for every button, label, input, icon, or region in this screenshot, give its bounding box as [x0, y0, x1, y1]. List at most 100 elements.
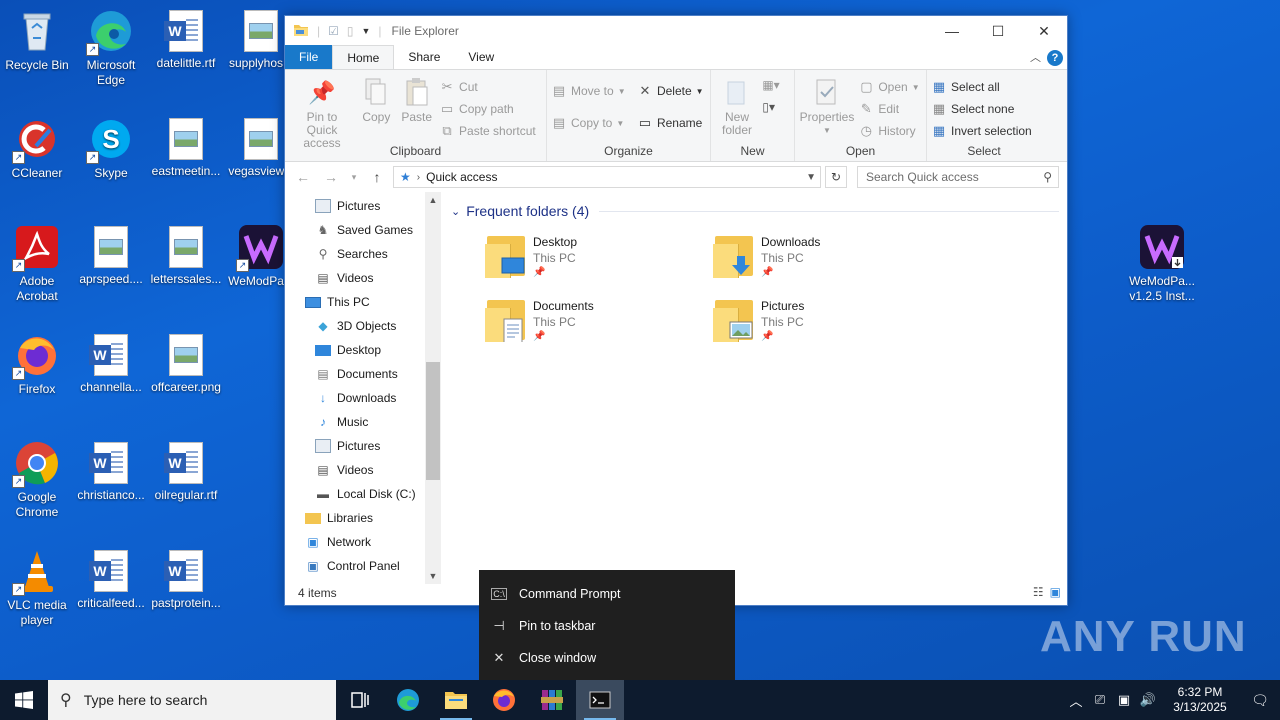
move-to-button[interactable]: ▤ Move to ▼	[551, 82, 626, 100]
start-button[interactable]	[0, 680, 48, 720]
desktop-icon-adobe-acrobat[interactable]: ↗ Adobe Acrobat	[0, 224, 74, 304]
nav-item-libraries[interactable]: Libraries	[305, 506, 441, 530]
copy-to-button[interactable]: ▤ Copy to ▼	[551, 114, 626, 132]
frequent-folders-header[interactable]: ⌄ Frequent folders (4)	[451, 198, 1067, 224]
nav-item-local-disk[interactable]: ▬ Local Disk (C:)	[315, 482, 441, 506]
desktop-icon-aprspeed[interactable]: aprspeed....	[74, 224, 148, 287]
desktop-icon-vlc[interactable]: ↗ VLC media player	[0, 548, 74, 628]
open-button[interactable]: ▢ Open ▼	[858, 78, 919, 96]
navigation-pane[interactable]: Pictures ♞ Saved Games ⚲ Searches ▤ Videos …	[285, 192, 441, 602]
desktop-icon-wemod-installer[interactable]: WeModPa... v1.2.5 Inst...	[1124, 224, 1200, 304]
nav-item-pictures[interactable]: Pictures	[315, 194, 441, 218]
tab-share[interactable]: Share	[394, 45, 454, 69]
nav-item-downloads[interactable]: ↓ Downloads	[315, 386, 441, 410]
invert-selection-button[interactable]: ▦ Invert selection	[931, 122, 1032, 140]
nav-item-pictures-pc[interactable]: Pictures	[315, 434, 441, 458]
pin-to-quick-access-button[interactable]: 📌 Pin to Quick access	[289, 74, 355, 152]
desktop-icon-letterssales[interactable]: letterssales...	[149, 224, 223, 287]
easy-access-icon[interactable]: ▯▾	[762, 100, 779, 114]
folder-desktop[interactable]: Desktop This PC 📌	[485, 234, 695, 290]
taskbar-edge[interactable]	[384, 680, 432, 720]
edit-button[interactable]: ✎ Edit	[858, 100, 919, 118]
jump-list-close-window[interactable]: ✕ Close window	[479, 642, 735, 674]
nav-item-music[interactable]: ♪ Music	[315, 410, 441, 434]
large-icons-view-icon[interactable]: ▣	[1050, 585, 1061, 599]
forward-button[interactable]: →	[319, 169, 343, 185]
nav-item-3d-objects[interactable]: ◆ 3D Objects	[315, 314, 441, 338]
paste-button[interactable]: Paste	[398, 74, 436, 126]
folder-documents[interactable]: Documents This PC 📌	[485, 298, 695, 354]
jump-list-command-prompt[interactable]: C:\ Command Prompt	[479, 578, 735, 610]
network-icon[interactable]: ▣	[1112, 692, 1136, 708]
nav-item-network[interactable]: ▣ Network	[305, 530, 441, 554]
taskbar-firefox[interactable]	[480, 680, 528, 720]
desktop-icon-recycle-bin[interactable]: Recycle Bin	[0, 8, 74, 73]
search-input[interactable]: Search Quick access ⚲	[857, 166, 1059, 188]
collapse-ribbon-icon[interactable]: ︿	[1030, 49, 1041, 65]
meet-now-icon[interactable]: ⎚	[1088, 692, 1112, 708]
properties-button[interactable]: Properties ▼	[799, 74, 855, 139]
scroll-up-arrow-icon[interactable]: ▲	[425, 192, 441, 208]
recent-locations-button[interactable]: ▾	[347, 172, 361, 183]
desktop-icon-microsoft-edge[interactable]: ↗ Microsoft Edge	[74, 8, 148, 88]
select-none-button[interactable]: ▦ Select none	[931, 100, 1032, 118]
close-button[interactable]: ✕	[1021, 16, 1067, 46]
folder-pictures[interactable]: Pictures This PC 📌	[713, 298, 923, 354]
address-bar[interactable]: ★ › Quick access ▼	[393, 166, 821, 188]
new-folder-button[interactable]: New folder	[715, 74, 759, 139]
taskbar-command-prompt[interactable]	[576, 680, 624, 720]
taskbar-search[interactable]: ⚲ Type here to search	[48, 680, 336, 720]
nav-item-documents[interactable]: ▤ Documents	[315, 362, 441, 386]
title-bar[interactable]: | ☑ ▯ ▼ | File Explorer — ☐ ✕	[285, 16, 1067, 46]
history-button[interactable]: ◷ History	[858, 122, 919, 140]
desktop-icon-eastmeetin[interactable]: eastmeetin...	[149, 116, 223, 179]
nav-item-videos-pc[interactable]: ▤ Videos	[315, 458, 441, 482]
scroll-thumb[interactable]	[426, 362, 440, 480]
tab-view[interactable]: View	[454, 45, 508, 69]
new-item-icon[interactable]: ▦▾	[762, 78, 779, 92]
desktop-icon-firefox[interactable]: ↗ Firefox	[0, 332, 74, 397]
desktop-icon-google-chrome[interactable]: ↗ Google Chrome	[0, 440, 74, 520]
desktop-icon-datelittle[interactable]: W datelittle.rtf	[149, 8, 223, 71]
customize-qa-icon[interactable]: ▼	[362, 26, 371, 36]
task-view-button[interactable]	[336, 680, 384, 720]
chevron-up-icon[interactable]: ︿	[1064, 691, 1088, 710]
select-all-button[interactable]: ▦ Select all	[931, 78, 1032, 96]
cut-button[interactable]: ✂ Cut	[439, 78, 536, 96]
tab-home[interactable]: Home	[332, 45, 395, 69]
paste-shortcut-button[interactable]: ⧉ Paste shortcut	[439, 122, 535, 140]
breadcrumb-quick-access[interactable]: Quick access	[426, 170, 497, 184]
copy-path-button[interactable]: ▭ Copy path	[439, 100, 536, 118]
desktop-icon-ccleaner[interactable]: ↗ CCleaner	[0, 116, 74, 181]
content-pane[interactable]: ⌄ Frequent folders (4) DesktopThis PC📌	[441, 192, 1067, 602]
jump-list-pin-to-taskbar[interactable]: ⊣ Pin to taskbar	[479, 610, 735, 642]
desktop-icon-criticalfeed[interactable]: W criticalfeed...	[74, 548, 148, 611]
help-icon[interactable]: ?	[1047, 50, 1063, 66]
taskbar-winrar[interactable]	[528, 680, 576, 720]
volume-icon[interactable]: 🔊	[1136, 692, 1160, 708]
refresh-button[interactable]: ↻	[825, 166, 847, 188]
minimize-button[interactable]: —	[929, 16, 975, 46]
clock[interactable]: 6:32 PM 3/13/2025	[1160, 685, 1240, 715]
delete-button[interactable]: ✕ Delete ▼	[637, 82, 704, 100]
desktop-icon-christianco[interactable]: W christianco...	[74, 440, 148, 503]
desktop-icon-skype[interactable]: S ↗ Skype	[74, 116, 148, 181]
notification-icon[interactable]: 🗨	[1240, 692, 1280, 709]
nav-item-saved-games[interactable]: ♞ Saved Games	[315, 218, 441, 242]
nav-item-control-panel[interactable]: ▣ Control Panel	[305, 554, 441, 578]
folder-downloads[interactable]: Downloads This PC 📌	[713, 234, 923, 290]
nav-item-this-pc[interactable]: This PC	[305, 290, 441, 314]
tab-file[interactable]: File	[285, 45, 333, 69]
desktop-icon-oilregular[interactable]: W oilregular.rtf	[149, 440, 223, 503]
maximize-button[interactable]: ☐	[975, 16, 1021, 46]
nav-scrollbar[interactable]: ▲ ▼	[425, 192, 441, 584]
desktop-icon-offcareer[interactable]: offcareer.png	[149, 332, 223, 395]
copy-button[interactable]: Copy	[358, 74, 394, 126]
new-folder-qa-icon[interactable]: ▯	[347, 24, 354, 38]
address-dropdown-icon[interactable]: ▼	[806, 172, 816, 183]
back-button[interactable]: ←	[291, 169, 315, 185]
desktop-icon-channella[interactable]: W channella...	[74, 332, 148, 395]
file-explorer-window[interactable]: | ☑ ▯ ▼ | File Explorer — ☐ ✕ File Home …	[284, 15, 1068, 606]
up-button[interactable]: ↑	[365, 169, 389, 185]
nav-item-videos[interactable]: ▤ Videos	[315, 266, 441, 290]
